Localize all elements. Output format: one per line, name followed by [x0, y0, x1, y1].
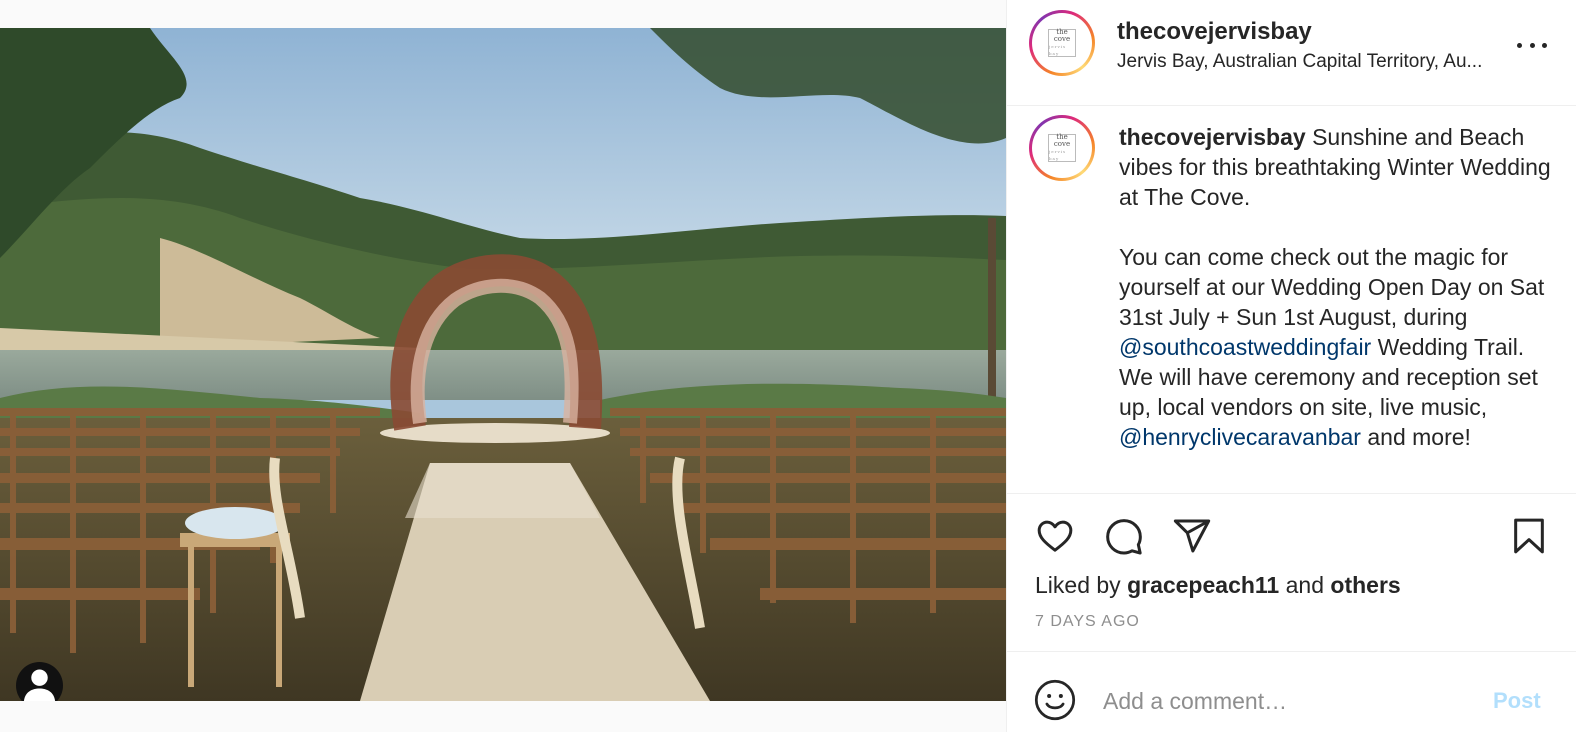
- cove-logo: the cove jervis bay: [1048, 29, 1076, 57]
- heart-icon[interactable]: [1033, 514, 1077, 558]
- post-comment-button[interactable]: Post: [1493, 688, 1541, 714]
- comment-bubble-icon[interactable]: [1102, 514, 1146, 558]
- post-caption: thecovejervisbay Sunshine and Beach vibe…: [1119, 122, 1559, 452]
- comment-input[interactable]: [1103, 684, 1483, 718]
- likes-others-link[interactable]: others: [1330, 572, 1400, 598]
- liked-by-user-link[interactable]: gracepeach11: [1127, 572, 1279, 598]
- action-bar: [1007, 493, 1576, 563]
- cove-logo: the cove jervis bay: [1048, 134, 1076, 162]
- caption-avatar[interactable]: the cove jervis bay: [1029, 115, 1095, 181]
- caption-text-2c: and more!: [1367, 424, 1471, 450]
- wedding-ceremony-photo: [0, 28, 1006, 701]
- likes-joiner: and: [1285, 572, 1324, 598]
- post-header: the cove jervis bay thecovejervisbay Jer…: [1007, 0, 1576, 106]
- ellipsis-icon[interactable]: [1517, 33, 1547, 57]
- likes-summary: Liked by gracepeach11 and others: [1035, 572, 1401, 599]
- post-age[interactable]: 7 DAYS AGO: [1035, 613, 1140, 631]
- comment-bar: Post: [1007, 651, 1576, 732]
- post-photo[interactable]: [0, 28, 1006, 701]
- mention-link-henryclivecaravanbar[interactable]: @henryclivecaravanbar: [1119, 424, 1361, 450]
- post-location[interactable]: Jervis Bay, Australian Capital Territory…: [1117, 51, 1542, 73]
- user-tag-icon[interactable]: [16, 662, 63, 701]
- mention-link-southcoastweddingfair[interactable]: @southcoastweddingfair: [1119, 334, 1371, 360]
- author-avatar[interactable]: the cove jervis bay: [1029, 10, 1095, 76]
- likes-prefix: Liked by: [1035, 572, 1121, 598]
- smiley-icon[interactable]: [1033, 678, 1077, 722]
- caption-username[interactable]: thecovejervisbay: [1119, 124, 1306, 150]
- bookmark-icon[interactable]: [1507, 514, 1551, 558]
- paper-plane-icon[interactable]: [1170, 514, 1214, 558]
- post-detail-panel: the cove jervis bay thecovejervisbay Jer…: [1006, 0, 1576, 732]
- author-username[interactable]: thecovejervisbay: [1117, 18, 1312, 46]
- caption-text-2a: You can come check out the magic for you…: [1119, 244, 1545, 330]
